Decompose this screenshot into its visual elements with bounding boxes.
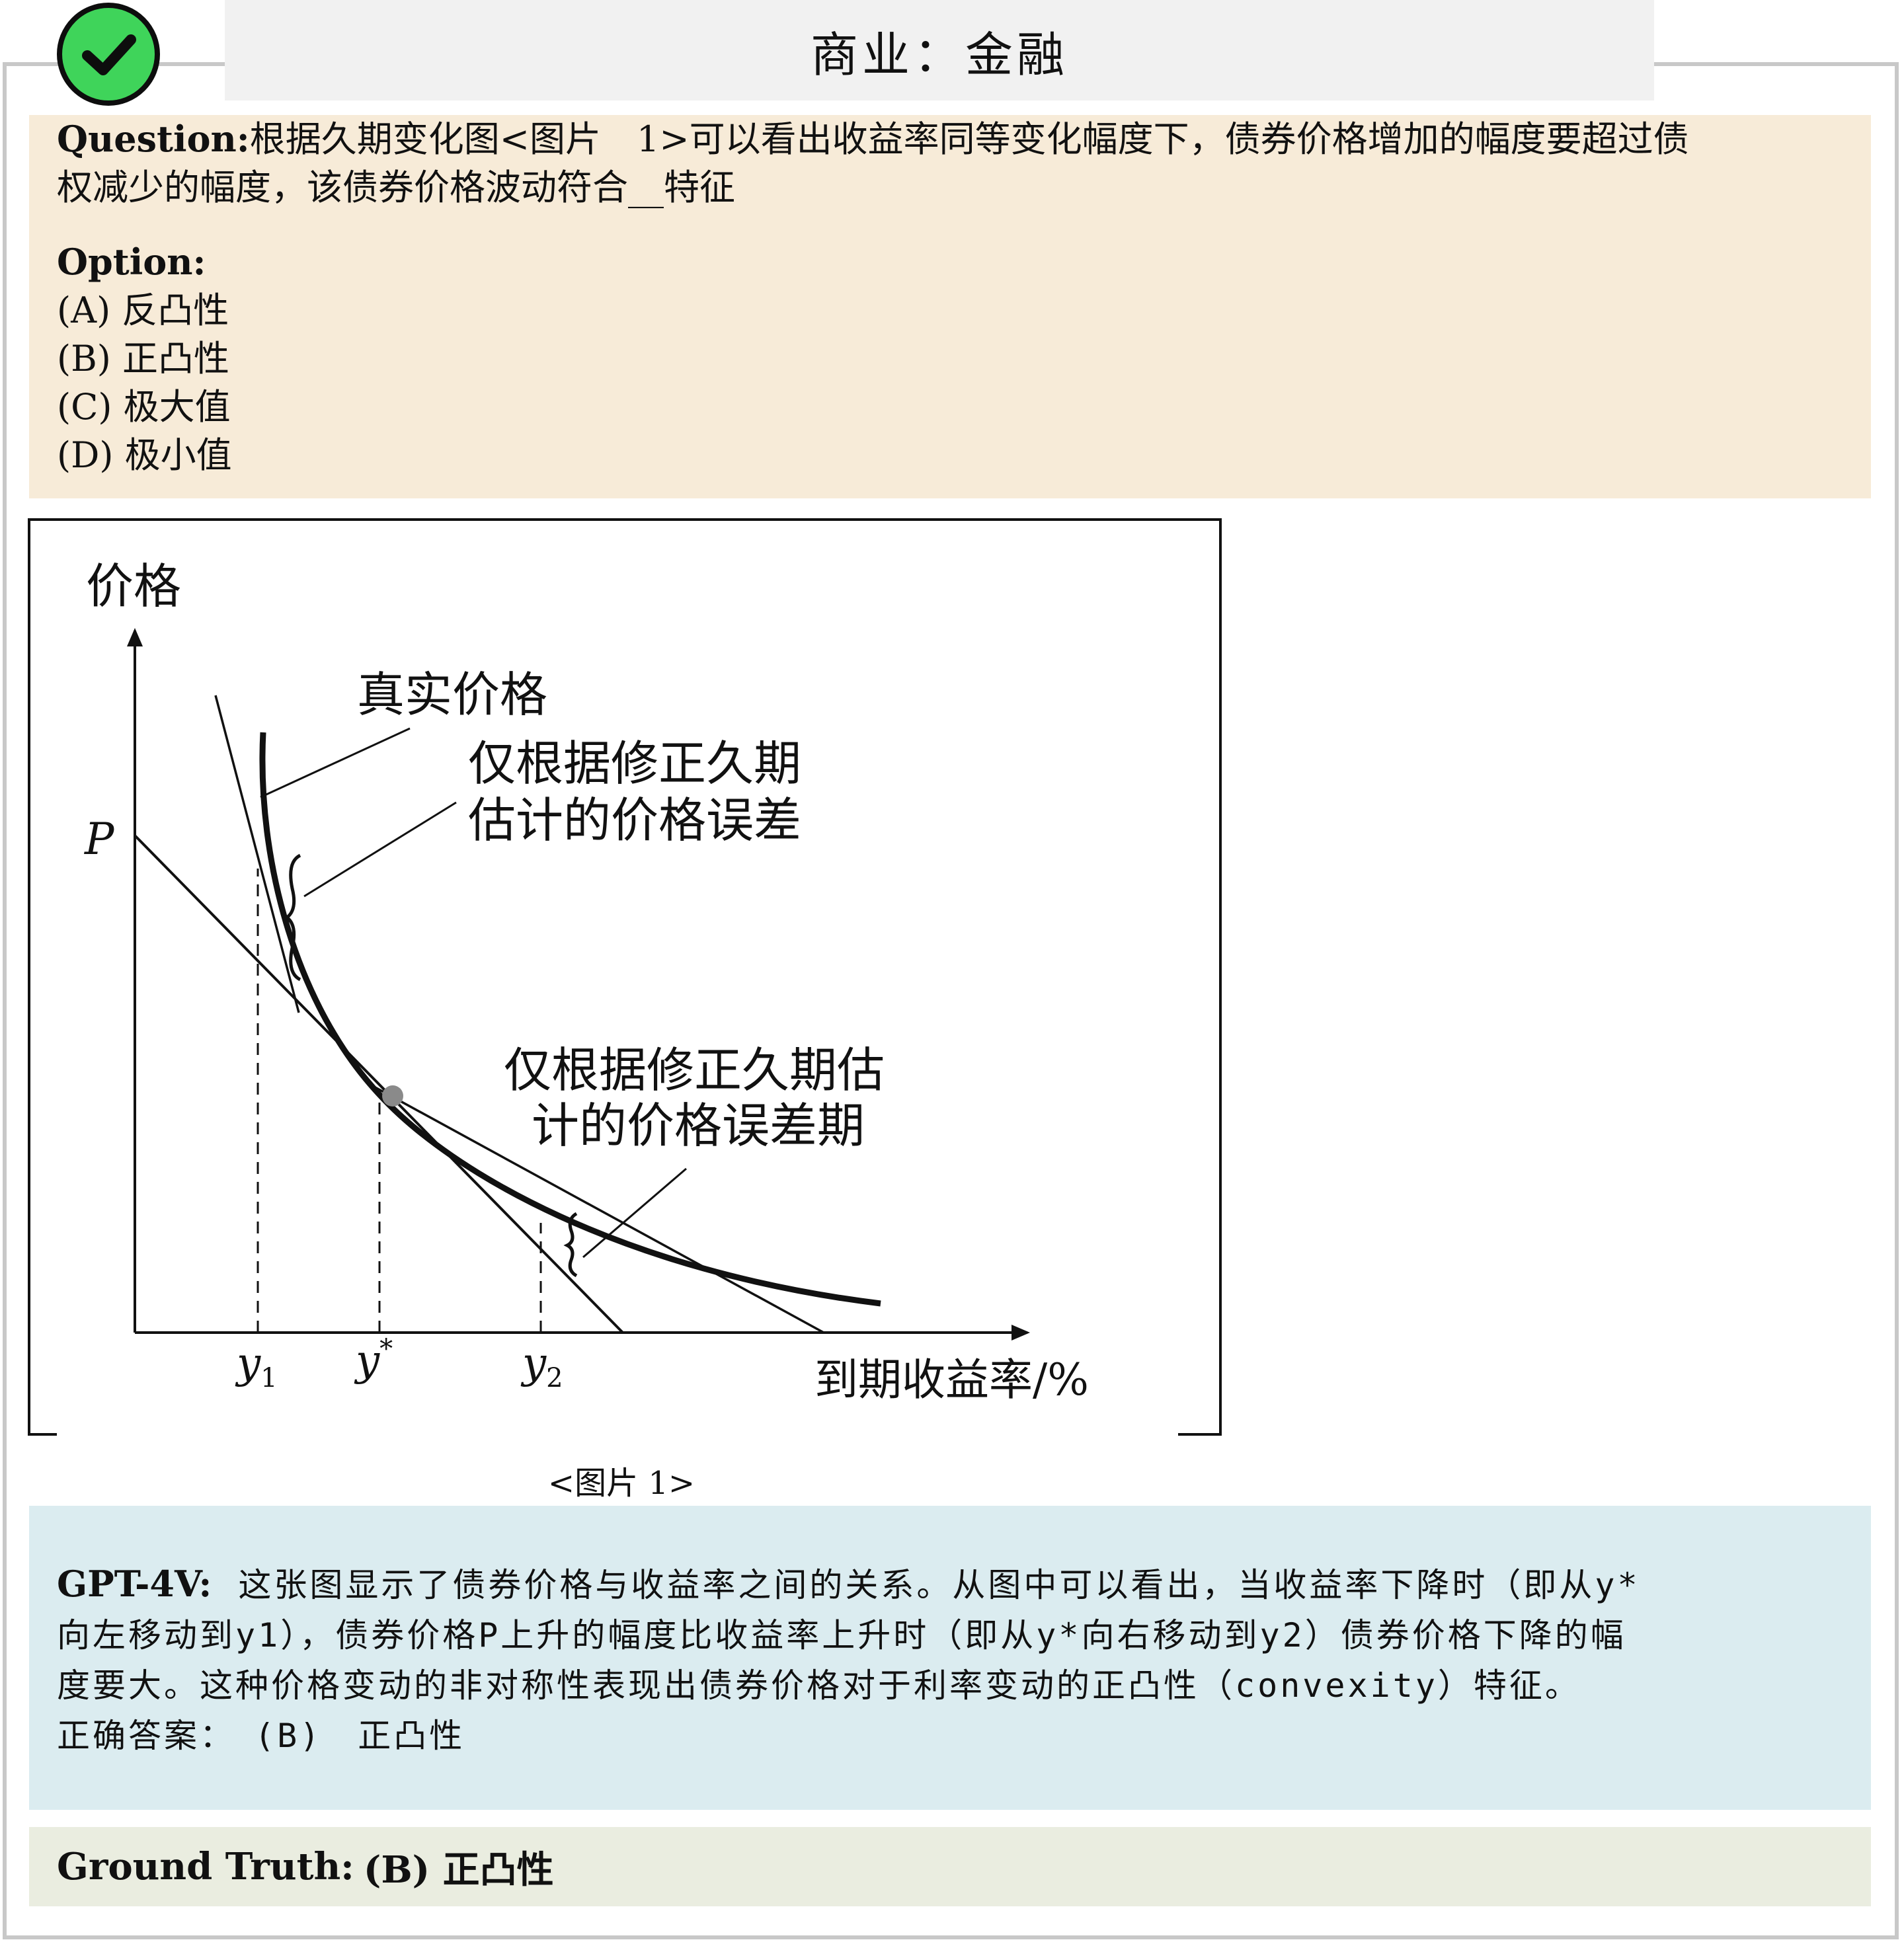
model-answer-panel: GPT-4V: 这张图显示了债券价格与收益率之间的关系。从图中可以看出，当收益率下… — [29, 1506, 1871, 1810]
question-panel: Question:根据久期变化图<图片 1>可以看出收益率同等变化幅度下，债券价… — [29, 115, 1871, 498]
model-label: GPT-4V: — [57, 1563, 212, 1605]
ground-truth-panel: Ground Truth: (B) 正凸性 — [29, 1827, 1871, 1906]
upper-error-leader — [303, 801, 457, 898]
option-c: (C) 极大值 — [57, 386, 231, 428]
answer-text-1: 这张图显示了债券价格与收益率之间的关系。从图中可以看出，当收益率下降时（即从y* — [238, 1566, 1640, 1604]
tick-ystar: y* — [354, 1334, 393, 1385]
tick-ystar-base: y — [354, 1337, 380, 1385]
answer-text-3: 度要大。这种价格变动的非对称性表现出债券价格对于利率变动的正凸性（convexi… — [57, 1666, 1581, 1705]
option-d: (D) 极小值 — [57, 434, 232, 476]
curve-label: 真实价格 — [357, 667, 547, 722]
options-block: Option: (A) 反凸性 (B) 正凸性 (C) 极大值 (D) 极小值 — [57, 238, 1844, 479]
question-line-1: Question:根据久期变化图<图片 1>可以看出收益率同等变化幅度下，债券价… — [57, 115, 1844, 163]
lower-error-label-1: 仅根据修正久期估 — [504, 1042, 885, 1098]
option-label: Option: — [57, 241, 206, 283]
tangent-point — [382, 1085, 403, 1107]
p-label: P — [84, 814, 115, 865]
tick-ystar-sup: * — [379, 1334, 393, 1364]
answer-line-1: GPT-4V: 这张图显示了债券价格与收益率之间的关系。从图中可以看出，当收益率下… — [57, 1559, 1844, 1610]
page-title: 商业：金融 — [225, 0, 1654, 100]
question-label: Question: — [57, 118, 250, 160]
figure-frame-left — [28, 518, 1222, 1436]
ground-truth-value: (B) 正凸性 — [363, 1848, 554, 1892]
tick-y2-sub: 2 — [546, 1363, 563, 1393]
curve-leader — [260, 727, 411, 798]
figure-caption: <图片 1> — [547, 1465, 695, 1502]
ground-truth-label: Ground Truth: — [57, 1845, 354, 1888]
answer-text-4: 正确答案： (B) 正凸性 — [57, 1717, 465, 1755]
tick-y1: y1 — [235, 1339, 278, 1393]
upper-error-label-2: 估计的价格误差 — [468, 793, 801, 848]
x-axis-label: 到期收益率/% — [814, 1354, 1089, 1405]
lower-error-label-2: 计的价格误差期 — [532, 1098, 865, 1153]
question-text-1: 根据久期变化图<图片 1>可以看出收益率同等变化幅度下，债券价格增加的幅度要超过… — [249, 118, 1689, 160]
check-circle-icon — [57, 3, 160, 106]
answer-text-2: 向左移动到y1），债券价格P上升的幅度比收益率上升时（即从y*向右移动到y2）债… — [57, 1616, 1626, 1654]
tick-y2-base: y — [520, 1339, 547, 1388]
y-axis-label: 价格 — [86, 559, 181, 614]
tick-y1-sub: 1 — [260, 1363, 277, 1393]
question-text-2: 权减少的幅度，该债券价格波动符合__特征 — [57, 167, 735, 208]
duration-figure: 价格 到期收益率/% P 真实价格 仅根据修正久期 估计的价格误差 仅根据修正久… — [28, 518, 1222, 1436]
tick-y1-base: y — [235, 1339, 261, 1388]
upper-error-label-1: 仅根据修正久期 — [468, 736, 801, 791]
option-a: (A) 反凸性 — [57, 290, 229, 331]
tick-y2: y2 — [520, 1339, 563, 1393]
option-b: (B) 正凸性 — [57, 338, 229, 379]
